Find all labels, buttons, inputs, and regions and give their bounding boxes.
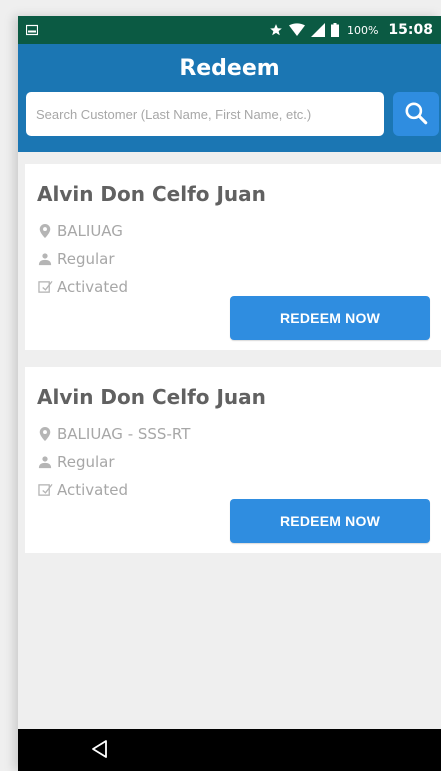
status-label: Activated [57,481,128,499]
search-button[interactable] [393,92,439,136]
redeem-now-button[interactable]: REDEEM NOW [230,499,430,543]
back-button[interactable] [88,739,112,763]
signal-icon [310,23,325,37]
app-header: Redeem [18,44,441,152]
customer-status: Activated [37,481,128,499]
customer-card: Alvin Don Celfo Juan BALIUAG Regular Act… [25,164,441,350]
screen-frame: 100% 15:08 Redeem Search Customer (Last … [0,0,441,771]
page-title: Redeem [179,56,280,81]
customer-type: Regular [37,250,115,268]
customer-name: Alvin Don Celfo Juan [37,182,266,206]
search-row [26,92,440,138]
customer-card: Alvin Don Celfo Juan BALIUAG - SSS-RT Re… [25,367,441,553]
customer-name: Alvin Don Celfo Juan [37,385,266,409]
customer-branch: BALIUAG - SSS-RT [37,425,190,443]
back-triangle-icon [90,739,110,763]
device-screen: 100% 15:08 Redeem Search Customer (Last … [18,16,441,771]
person-icon [37,454,53,470]
location-pin-icon [37,426,53,442]
checkbox-edit-icon [37,482,53,498]
battery-percentage: 100% [346,23,379,37]
image-icon [26,24,38,36]
search-icon [403,100,429,129]
customer-branch: BALIUAG [37,222,123,240]
battery-icon [330,23,339,37]
customer-type: Regular [37,453,115,471]
status-label: Activated [57,278,128,296]
branch-label: BALIUAG - SSS-RT [57,425,191,443]
status-bar: 100% 15:08 [18,16,441,44]
person-icon [37,251,53,267]
star-icon [269,23,283,37]
wifi-icon [288,23,305,37]
redeem-now-button[interactable]: REDEEM NOW [230,296,430,340]
status-time: 15:08 [388,22,433,38]
search-input[interactable] [26,92,384,136]
branch-label: BALIUAG [57,222,123,240]
customer-status: Activated [37,278,128,296]
location-pin-icon [37,223,53,239]
type-label: Regular [57,453,115,471]
type-label: Regular [57,250,115,268]
checkbox-edit-icon [37,279,53,295]
navigation-bar [18,729,441,771]
